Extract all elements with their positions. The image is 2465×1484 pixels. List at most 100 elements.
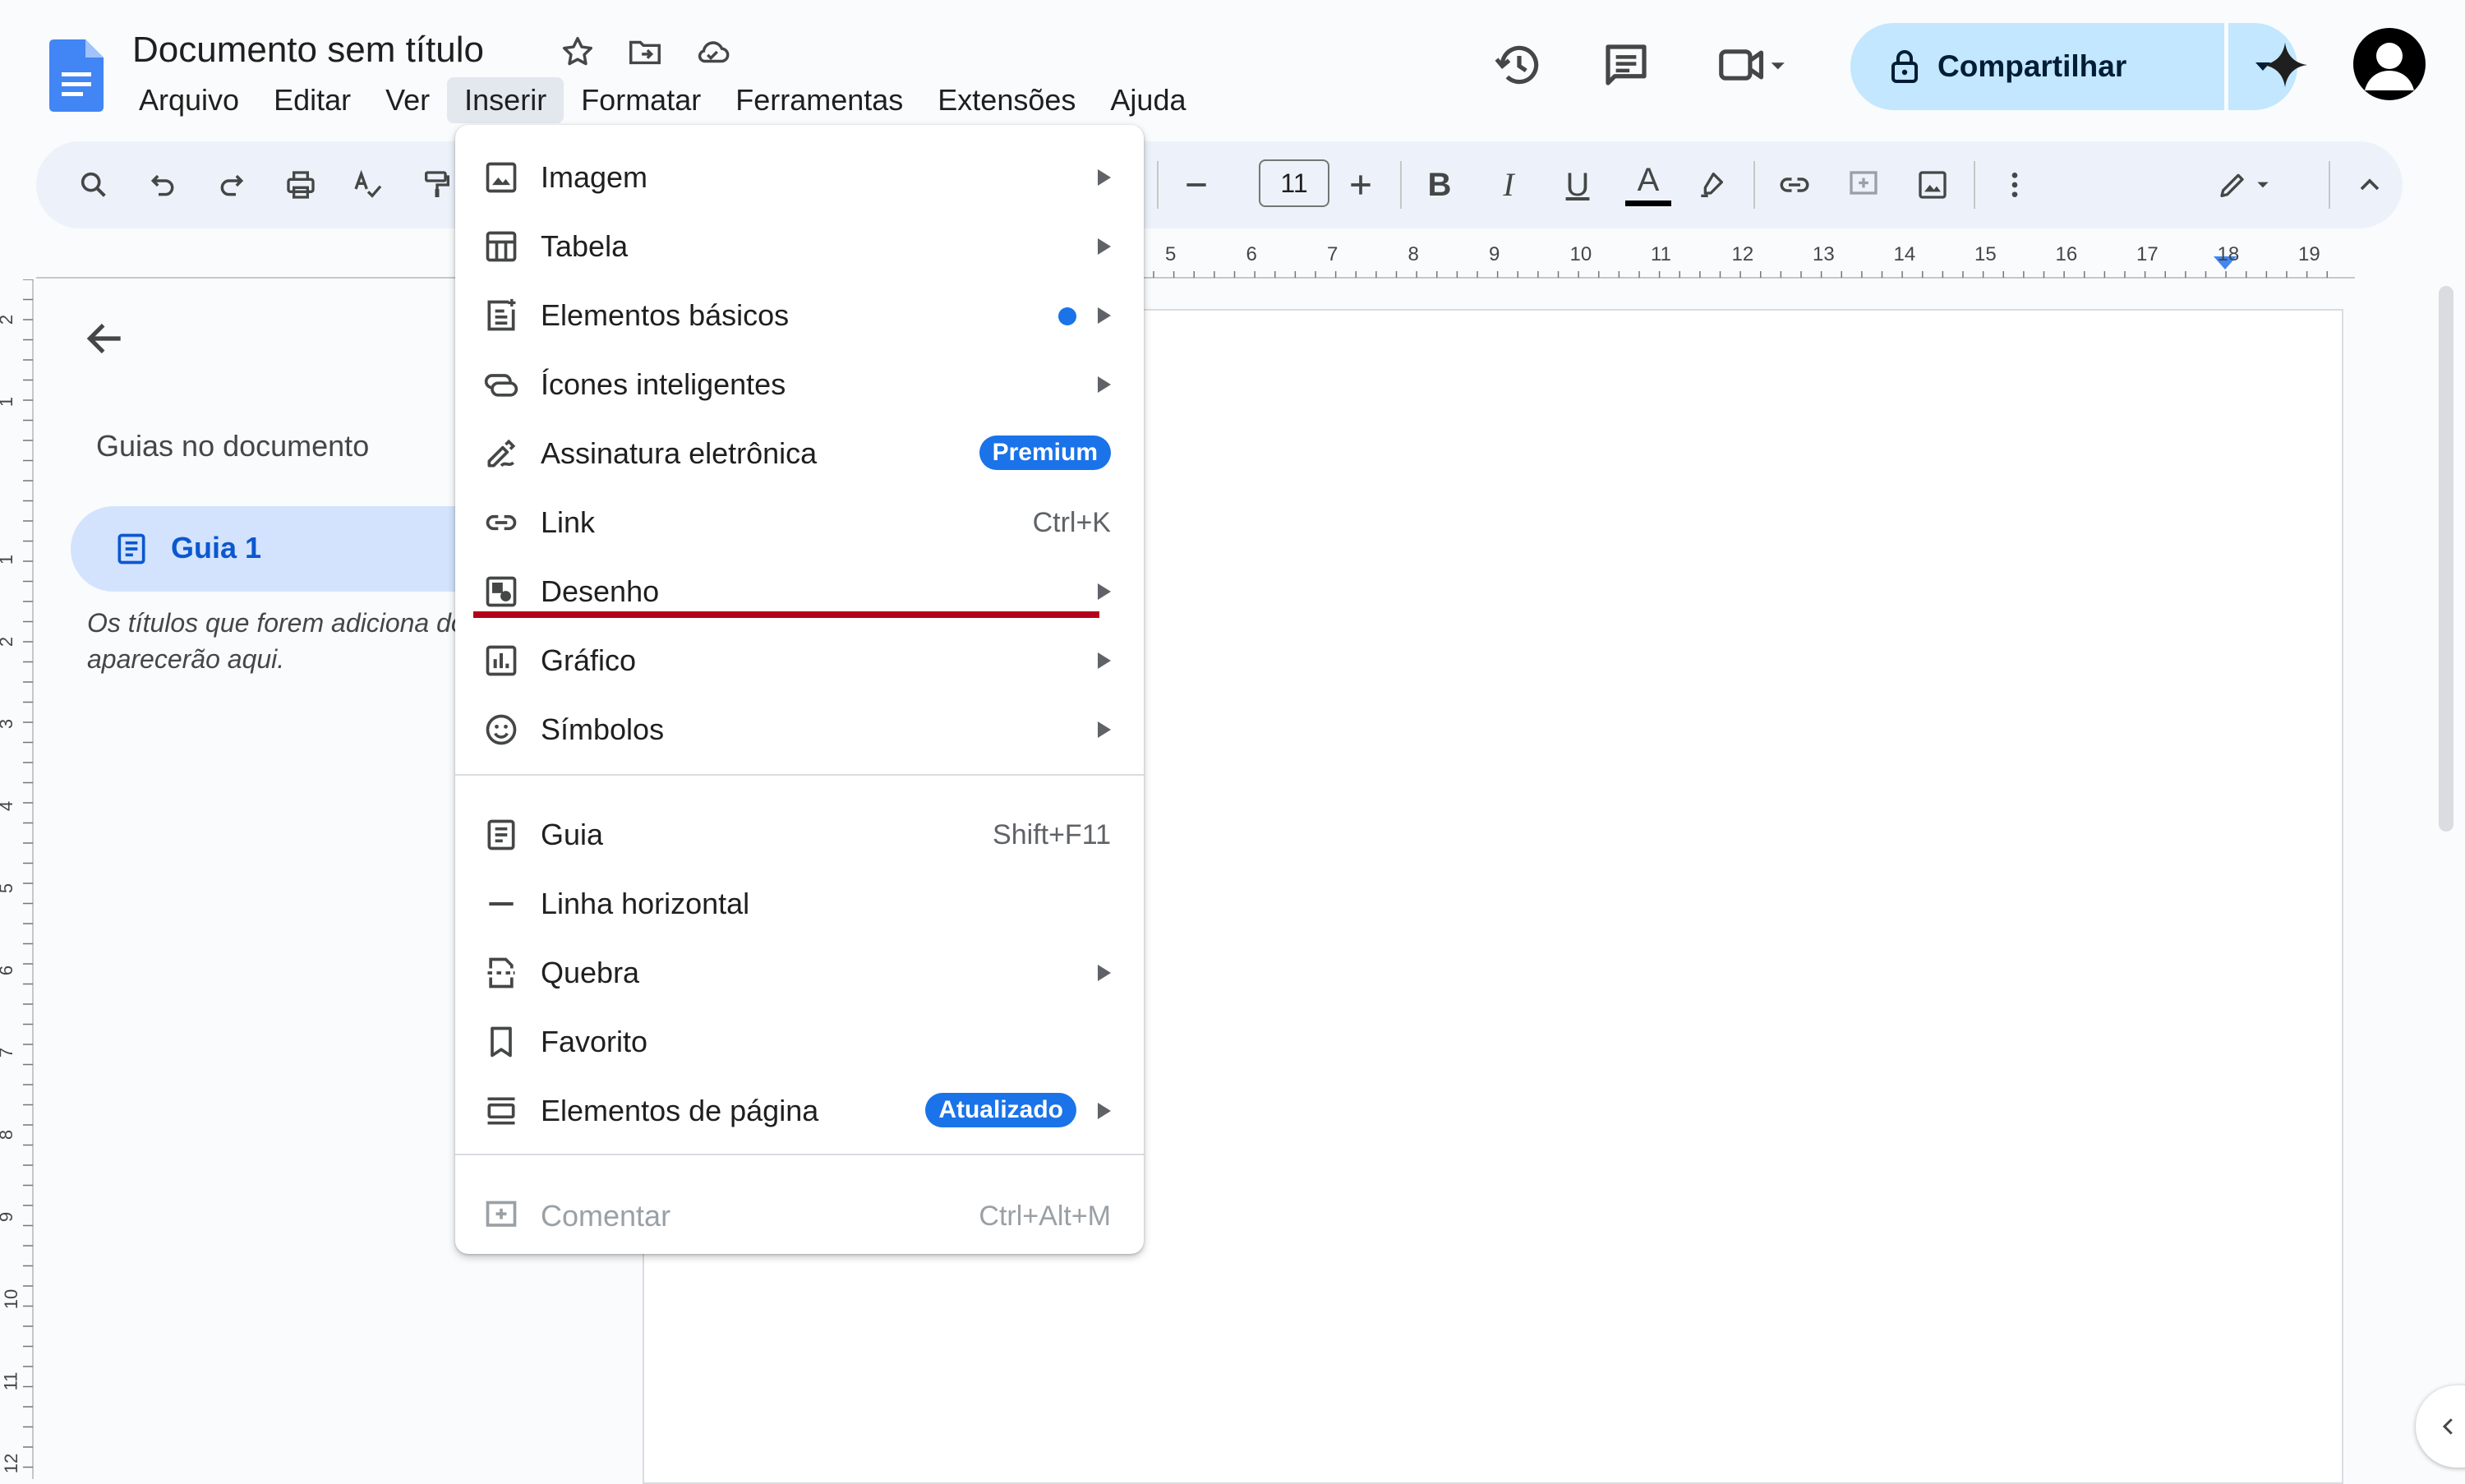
menu-item-favorito[interactable]: Favorito (455, 1007, 1144, 1076)
ruler-number: 9 (1489, 243, 1500, 265)
spellcheck-icon[interactable] (345, 162, 391, 208)
chevron-left-icon (2436, 1414, 2461, 1439)
docs-logo[interactable] (49, 39, 104, 112)
menu-item-label: Elementos básicos (541, 298, 790, 332)
share-label: Compartilhar (1937, 49, 2127, 83)
menu-item-icones-inteligentes[interactable]: Ícones inteligentes (455, 350, 1144, 419)
menu-item-imagem[interactable]: Imagem (455, 143, 1144, 212)
smart-chips-icon (483, 366, 519, 403)
annotation-underline (473, 611, 1099, 618)
vertical-ruler-number: 7 (0, 1048, 17, 1058)
side-panel-toggle[interactable] (2416, 1385, 2465, 1468)
menu-item-label: Linha horizontal (541, 887, 750, 920)
menu-item-label: Ícones inteligentes (541, 367, 786, 401)
back-arrow-icon[interactable] (82, 316, 128, 362)
menu-item-label: Símbolos (541, 712, 665, 746)
decrease-font-size-icon[interactable] (1173, 162, 1219, 208)
menu-item-label: Comentar (541, 1199, 671, 1233)
link-icon (483, 505, 519, 541)
cloud-saved-icon[interactable] (693, 33, 731, 71)
highlight-color-icon[interactable] (1688, 162, 1734, 208)
search-icon[interactable] (71, 162, 117, 208)
menu-item-shortcut: Shift+F11 (993, 819, 1111, 850)
collapse-toolbar-icon[interactable] (2347, 162, 2393, 208)
ruler-number: 15 (1974, 243, 1997, 265)
menu-item-label: Desenho (541, 574, 660, 608)
more-options-icon[interactable] (1992, 162, 2038, 208)
version-history-icon[interactable] (1492, 38, 1546, 92)
vertical-ruler-number: 2 (0, 637, 17, 647)
redo-icon[interactable] (209, 162, 255, 208)
ruler-number: 16 (2055, 243, 2078, 265)
vertical-ruler-number: 8 (0, 1130, 17, 1140)
menu-item-grafico[interactable]: Gráfico (455, 626, 1144, 695)
building-blocks-icon (483, 297, 519, 334)
document-title[interactable]: Documento sem título (132, 26, 484, 74)
menu-arquivo[interactable]: Arquivo (122, 77, 256, 123)
menu-editar[interactable]: Editar (256, 77, 368, 123)
menu-item-label: Link (541, 505, 596, 539)
vertical-ruler: 21123456789101112 (0, 279, 36, 1479)
meet-icon[interactable] (1716, 38, 1791, 92)
gemini-icon[interactable] (2260, 39, 2314, 94)
text-color-button[interactable]: A (1607, 153, 1689, 207)
submenu-arrow-icon (1098, 965, 1111, 981)
menu-ajuda[interactable]: Ajuda (1093, 77, 1203, 123)
menu-item-label: Assinatura eletrônica (541, 436, 818, 470)
ruler-number: 19 (2298, 243, 2320, 265)
chart-icon (483, 643, 519, 679)
insert-link-icon[interactable] (1772, 162, 1818, 208)
menu-bar: Arquivo Editar Ver Inserir Formatar Ferr… (122, 77, 1203, 123)
table-icon (483, 228, 519, 265)
ruler-number: 6 (1246, 243, 1257, 265)
menu-item-link[interactable]: Link Ctrl+K (455, 488, 1144, 557)
submenu-arrow-icon (1098, 307, 1111, 324)
submenu-arrow-icon (1098, 238, 1111, 255)
menu-item-simbolos[interactable]: Símbolos (455, 695, 1144, 764)
ruler-number: 11 (1651, 243, 1671, 265)
menu-item-label: Guia (541, 818, 604, 851)
undo-icon[interactable] (140, 162, 186, 208)
editing-mode-icon[interactable] (2205, 162, 2288, 208)
vertical-ruler-number: 11 (0, 1371, 21, 1391)
account-avatar[interactable] (2353, 28, 2426, 100)
menu-item-guia[interactable]: Guia Shift+F11 (455, 800, 1144, 869)
emoji-icon (483, 712, 519, 748)
scrollbar[interactable] (2439, 286, 2453, 832)
vertical-ruler-number: 3 (0, 719, 17, 729)
comments-icon[interactable] (1599, 38, 1653, 92)
menu-divider (455, 774, 1144, 776)
horizontal-line-icon (483, 886, 519, 922)
add-comment-icon[interactable] (1841, 162, 1887, 208)
menu-item-elementos-de-pagina[interactable]: Elementos de página Atualizado (455, 1076, 1144, 1145)
move-folder-icon[interactable] (626, 33, 664, 71)
menu-ferramentas[interactable]: Ferramentas (718, 77, 920, 123)
underline-button[interactable]: U (1537, 158, 1619, 212)
menu-formatar[interactable]: Formatar (564, 77, 718, 123)
menu-inserir[interactable]: Inserir (447, 77, 564, 123)
menu-divider (455, 1154, 1144, 1155)
print-icon[interactable] (278, 162, 324, 208)
menu-item-label: Favorito (541, 1025, 648, 1058)
toolbar: 11 B I U A (36, 141, 2403, 228)
insert-image-icon[interactable] (1910, 162, 1956, 208)
menu-item-linha-horizontal[interactable]: Linha horizontal (455, 869, 1144, 938)
premium-badge: Premium (979, 436, 1111, 470)
increase-font-size-icon[interactable] (1338, 162, 1384, 208)
menu-item-tabela[interactable]: Tabela (455, 212, 1144, 281)
menu-extensoes[interactable]: Extensões (920, 77, 1093, 123)
ruler-number: 12 (1731, 243, 1754, 265)
vertical-ruler-number: 1 (0, 555, 17, 565)
bookmark-icon (483, 1024, 519, 1060)
menu-ver[interactable]: Ver (368, 77, 447, 123)
menu-item-quebra[interactable]: Quebra (455, 938, 1144, 1007)
menu-item-elementos-basicos[interactable]: Elementos básicos (455, 281, 1144, 350)
font-size-input[interactable]: 11 (1259, 159, 1329, 207)
share-button[interactable]: Compartilhar (1850, 23, 2224, 110)
menu-item-assinatura-eletronica[interactable]: Assinatura eletrônica Premium (455, 419, 1144, 488)
star-icon[interactable] (559, 33, 597, 71)
add-comment-icon (483, 1198, 519, 1234)
menu-item-comentar[interactable]: Comentar Ctrl+Alt+M (455, 1182, 1144, 1251)
paint-format-icon[interactable] (414, 162, 460, 208)
document-tab-icon (113, 531, 150, 567)
